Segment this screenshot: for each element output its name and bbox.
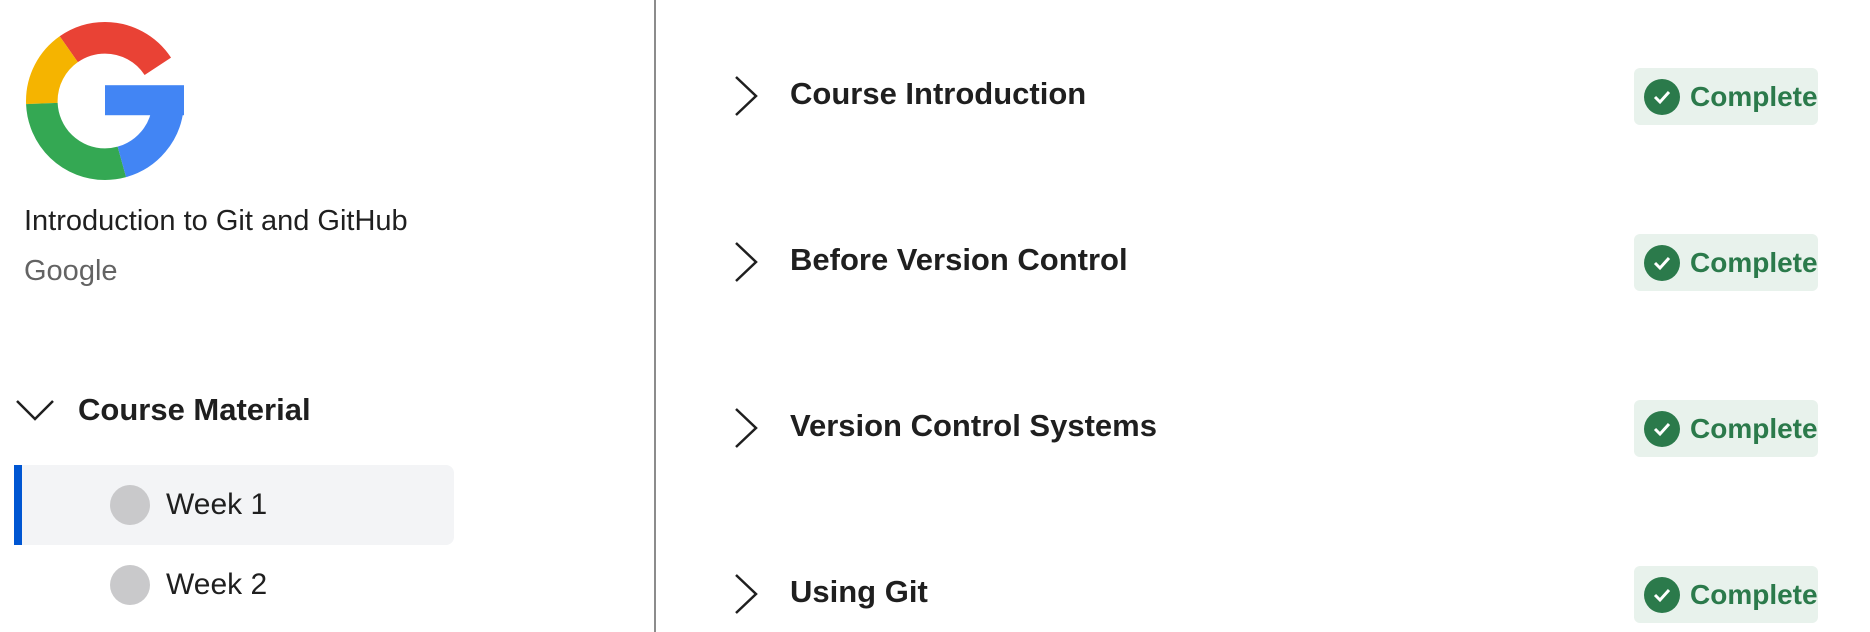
progress-dot-icon (110, 565, 150, 605)
chevron-right-icon (735, 76, 758, 116)
lesson-row-using-git[interactable]: Using Git Complete (720, 554, 1830, 632)
status-text: Complete (1690, 80, 1818, 112)
check-circle-icon (1644, 244, 1680, 281)
week-label: Week 2 (166, 568, 268, 601)
progress-dot-icon (110, 485, 150, 525)
lesson-row-course-introduction[interactable]: Course Introduction Complete (720, 56, 1830, 136)
sidebar-item-week-2[interactable]: Week 2 (14, 545, 454, 625)
status-badge: Complete (1634, 68, 1818, 125)
check-circle-icon (1644, 410, 1680, 447)
status-text: Complete (1690, 246, 1818, 278)
status-text: Complete (1690, 578, 1818, 610)
status-badge: Complete (1634, 234, 1818, 291)
chevron-right-icon (735, 574, 758, 614)
week-label: Week 1 (166, 488, 268, 521)
lesson-title: Using Git (790, 574, 928, 609)
course-material-label: Course Material (78, 392, 311, 427)
sidebar: Introduction to Git and GitHub Google Co… (0, 0, 654, 632)
course-title: Introduction to Git and GitHub (24, 205, 408, 237)
sidebar-item-week-1[interactable]: Week 1 (14, 465, 454, 545)
google-logo-icon (26, 22, 184, 180)
check-circle-icon (1644, 576, 1680, 613)
course-material-toggle[interactable]: Course Material (14, 385, 311, 435)
status-badge: Complete (1634, 400, 1818, 457)
lesson-row-version-control-systems[interactable]: Version Control Systems Complete (720, 388, 1830, 468)
status-badge: Complete (1634, 566, 1818, 623)
lesson-title: Before Version Control (790, 242, 1128, 277)
lesson-title: Version Control Systems (790, 408, 1157, 443)
chevron-right-icon (735, 242, 758, 282)
active-indicator (14, 465, 22, 545)
lesson-title: Course Introduction (790, 76, 1087, 111)
chevron-right-icon (735, 408, 758, 448)
chevron-down-icon (14, 389, 56, 431)
check-circle-icon (1644, 78, 1680, 115)
course-organization: Google (24, 255, 118, 287)
app-root: Introduction to Git and GitHub Google Co… (0, 0, 1870, 632)
lesson-row-before-version-control[interactable]: Before Version Control Complete (720, 222, 1830, 302)
status-text: Complete (1690, 412, 1818, 444)
sidebar-divider (654, 0, 656, 632)
